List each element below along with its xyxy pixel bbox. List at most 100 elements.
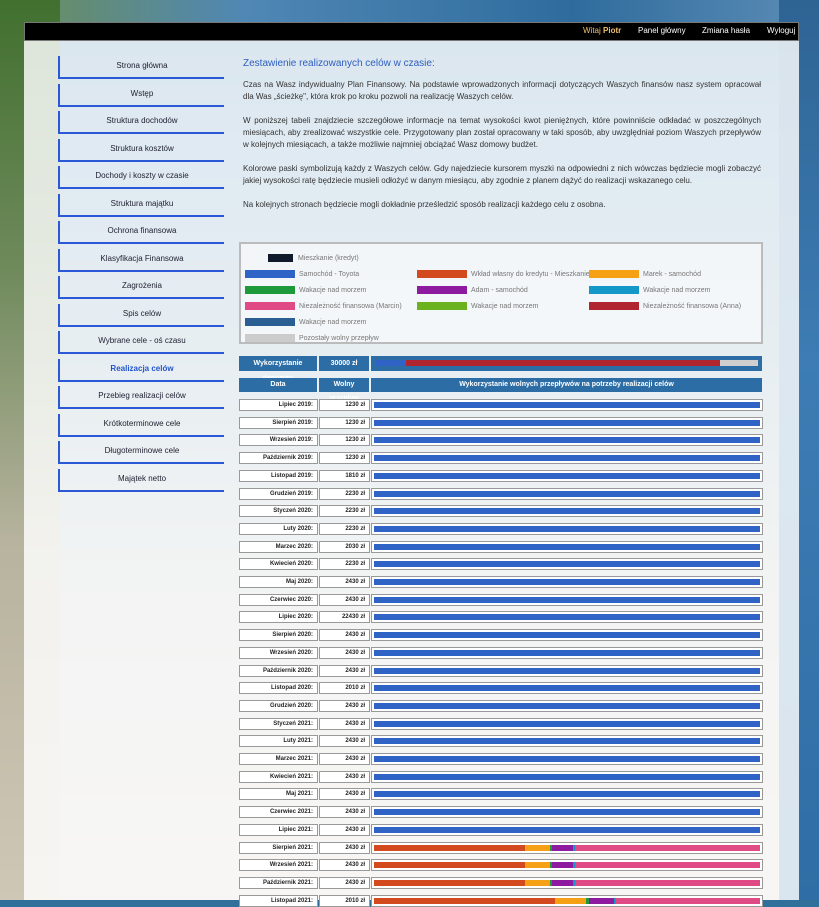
- goal-segment[interactable]: [374, 508, 760, 515]
- row-date: Sierpień 2019:: [239, 416, 318, 429]
- table-row: Luty 2020: 2230 zł: [239, 522, 763, 535]
- goal-segment[interactable]: [374, 614, 760, 621]
- goal-segment[interactable]: [374, 455, 760, 462]
- goal-segment[interactable]: [524, 844, 550, 851]
- row-usage-bar: [371, 894, 763, 907]
- goal-segment[interactable]: [374, 667, 760, 674]
- goal-segment[interactable]: [524, 879, 550, 886]
- table-row: Wrzesień 2021: 2430 zł: [239, 859, 763, 872]
- row-usage-bar: [371, 699, 763, 712]
- sidebar-item[interactable]: Wybrane cele - oś czasu: [58, 331, 224, 354]
- deposit-segment[interactable]: [375, 360, 406, 366]
- goal-segment[interactable]: [374, 791, 760, 798]
- goal-segment[interactable]: [374, 437, 760, 444]
- goal-segment[interactable]: [374, 879, 525, 886]
- sidebar-item[interactable]: Struktura dochodów: [58, 111, 224, 134]
- legend-label: Mieszkanie (kredyt): [298, 255, 359, 262]
- goal-segment[interactable]: [551, 844, 574, 851]
- goal-segment[interactable]: [374, 419, 760, 426]
- goal-segment[interactable]: [374, 897, 556, 904]
- goal-segment[interactable]: [374, 773, 760, 780]
- row-date: Listopad 2021:: [239, 894, 318, 907]
- goal-segment[interactable]: [575, 879, 760, 886]
- table-row: Listopad 2019: 1810 zł: [239, 469, 763, 482]
- table-row: Sierpień 2021: 2430 zł: [239, 841, 763, 854]
- row-usage-bar: [371, 806, 763, 819]
- sidebar-item[interactable]: Długoterminowe cele: [58, 441, 224, 464]
- row-usage-bar: [371, 399, 763, 411]
- table-row: Marzec 2021: 2430 zł: [239, 753, 763, 765]
- table-row: Styczeń 2021: 2430 zł: [239, 717, 763, 730]
- intro-paragraph-2: W poniższej tabeli znajdziecie szczegóło…: [243, 116, 761, 149]
- goal-segment[interactable]: [551, 879, 574, 886]
- greeting-prefix: Witaj: [583, 26, 601, 35]
- goal-segment[interactable]: [374, 844, 525, 851]
- row-usage-bar: [371, 469, 763, 482]
- sidebar-item[interactable]: Realizacja celów: [58, 358, 224, 382]
- goal-segment[interactable]: [374, 596, 760, 603]
- row-date: Listopad 2019:: [239, 469, 318, 482]
- row-date: Grudzień 2020:: [239, 699, 318, 712]
- row-free-flow: 1230 zł: [319, 399, 370, 411]
- sidebar-item[interactable]: Klasyfikacja Finansowa: [58, 248, 224, 272]
- goal-segment[interactable]: [374, 632, 760, 639]
- goal-segment[interactable]: [374, 402, 760, 408]
- row-usage-bar: [371, 841, 763, 854]
- goal-segment[interactable]: [374, 702, 760, 709]
- goal-segment[interactable]: [374, 649, 760, 656]
- sidebar-item[interactable]: Strona główna: [58, 56, 224, 79]
- goal-segment[interactable]: [588, 897, 614, 904]
- row-usage-bar: [371, 646, 763, 659]
- sidebar-item[interactable]: Majątek netto: [58, 468, 224, 492]
- row-usage-bar: [371, 682, 763, 695]
- goal-segment[interactable]: [575, 844, 760, 851]
- table-row: Październik 2021: 2430 zł: [239, 876, 763, 889]
- logout-link[interactable]: Wyloguj: [767, 26, 795, 35]
- row-free-flow: 2430 zł: [319, 823, 370, 836]
- goal-segment[interactable]: [524, 862, 550, 869]
- sidebar-item[interactable]: Dochody i koszty w czasie: [58, 166, 224, 189]
- goal-segment[interactable]: [374, 685, 760, 692]
- goal-segment[interactable]: [555, 897, 587, 904]
- goal-segment[interactable]: [374, 720, 760, 727]
- deposit-segment[interactable]: [719, 360, 758, 366]
- sidebar-item[interactable]: Ochrona finansowa: [58, 221, 224, 244]
- goal-segment[interactable]: [374, 472, 760, 479]
- goal-segment[interactable]: [374, 561, 760, 568]
- goal-segment[interactable]: [374, 543, 760, 550]
- sidebar-item[interactable]: Struktura kosztów: [58, 138, 224, 162]
- goal-segment[interactable]: [551, 862, 574, 869]
- goal-segment[interactable]: [575, 862, 760, 869]
- row-free-flow: 2230 zł: [319, 522, 370, 535]
- goal-segment[interactable]: [616, 897, 760, 904]
- sidebar-item[interactable]: Wstęp: [58, 83, 224, 107]
- legend-label: Niezależność finansowa (Anna): [643, 303, 742, 310]
- sidebar-item[interactable]: Krótkoterminowe cele: [58, 413, 224, 437]
- dashboard-link[interactable]: Panel główny: [638, 26, 686, 35]
- legend-swatch: [417, 302, 467, 310]
- goal-segment[interactable]: [374, 826, 760, 833]
- goal-segment[interactable]: [374, 738, 760, 745]
- goal-segment[interactable]: [374, 862, 525, 869]
- goal-segment[interactable]: [374, 525, 760, 532]
- row-free-flow: 2230 zł: [319, 558, 370, 571]
- row-usage-bar: [371, 505, 763, 518]
- goal-segment[interactable]: [374, 756, 760, 762]
- row-free-flow: 2430 zł: [319, 806, 370, 819]
- sidebar-item[interactable]: Struktura majątku: [58, 193, 224, 217]
- row-date: Październik 2021:: [239, 876, 318, 889]
- sidebar-item[interactable]: Spis celów: [58, 303, 224, 327]
- sidebar-item[interactable]: Przebieg realizacji celów: [58, 386, 224, 409]
- change-password-link[interactable]: Zmiana hasła: [702, 26, 750, 35]
- column-header-date: Data: [239, 378, 317, 392]
- row-free-flow: 2430 zł: [319, 788, 370, 801]
- sidebar-item[interactable]: Zagrożenia: [58, 276, 224, 299]
- row-usage-bar: [371, 576, 763, 588]
- goal-segment[interactable]: [374, 490, 760, 497]
- legend-label: Adam - samochód: [471, 287, 528, 294]
- goal-segment[interactable]: [374, 809, 760, 816]
- goal-segment[interactable]: [374, 579, 760, 585]
- table-row: Czerwiec 2020: 2430 zł: [239, 593, 763, 606]
- deposit-segment[interactable]: [405, 360, 720, 366]
- deposit-usage-bar[interactable]: [371, 356, 762, 371]
